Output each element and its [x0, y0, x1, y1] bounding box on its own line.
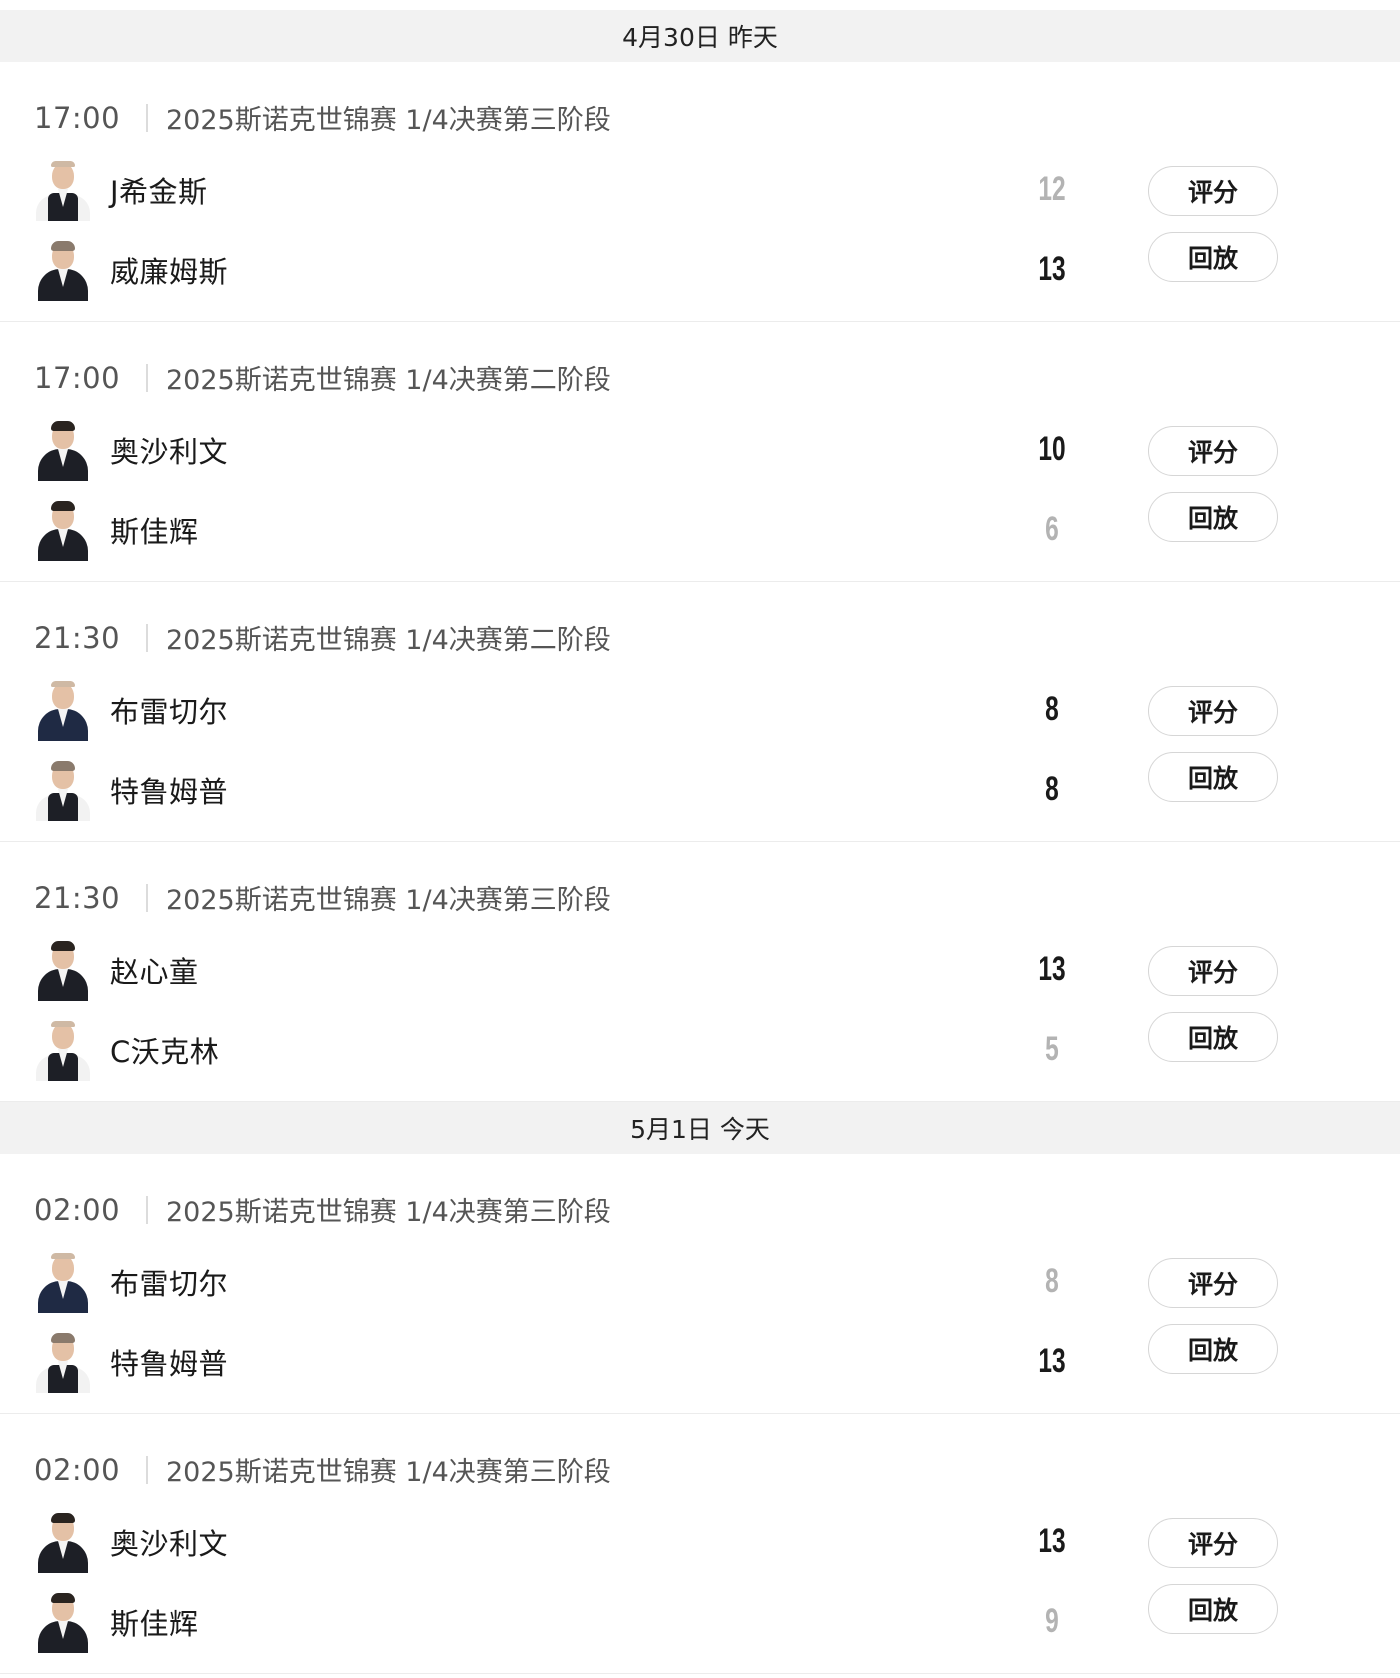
player-score: 8 [1045, 1262, 1059, 1300]
rate-button[interactable]: 评分 [1148, 426, 1278, 476]
player-score: 12 [1038, 170, 1066, 208]
event-name: 2025斯诺克世锦赛 1/4决赛第三阶段 [166, 885, 611, 916]
player-row[interactable]: C沃克林 [34, 1018, 219, 1082]
player-row[interactable]: J希金斯 [34, 158, 208, 222]
player-name: 特鲁姆普 [110, 1347, 229, 1381]
player-name: 赵心童 [110, 955, 199, 989]
replay-button[interactable]: 回放 [1148, 1012, 1278, 1062]
match-time: 17:00 [34, 100, 121, 135]
player-score: 13 [1038, 1342, 1066, 1380]
replay-button[interactable]: 回放 [1148, 492, 1278, 542]
player-score: 8 [1045, 690, 1059, 728]
rate-button[interactable]: 评分 [1148, 166, 1278, 216]
player-row[interactable]: 奥沙利文 [34, 1510, 228, 1574]
event-name: 2025斯诺克世锦赛 1/4决赛第三阶段 [166, 1197, 611, 1228]
player-avatar [34, 679, 92, 741]
player-row[interactable]: 奥沙利文 [34, 418, 228, 482]
day-header: 4月30日 昨天 [0, 10, 1400, 62]
divider [146, 103, 148, 132]
player-row[interactable]: 威廉姆斯 [34, 238, 228, 302]
match-card[interactable]: 21:30 2025斯诺克世锦赛 1/4决赛第二阶段 布雷切尔 特鲁姆普 8 8… [0, 582, 1400, 842]
match-card[interactable]: 02:00 2025斯诺克世锦赛 1/4决赛第三阶段 布雷切尔 特鲁姆普 8 1… [0, 1154, 1400, 1414]
event-name: 2025斯诺克世锦赛 1/4决赛第三阶段 [166, 105, 611, 136]
player-avatar [34, 759, 92, 821]
rate-button[interactable]: 评分 [1148, 946, 1278, 996]
divider [146, 363, 148, 392]
match-card[interactable]: 21:30 2025斯诺克世锦赛 1/4决赛第三阶段 赵心童 C沃克林 13 5… [0, 842, 1400, 1102]
player-name: 斯佳辉 [110, 515, 199, 549]
player-row[interactable]: 特鲁姆普 [34, 1330, 228, 1394]
day-label: 4月30日 昨天 [622, 23, 778, 52]
player-score: 13 [1038, 1522, 1066, 1560]
player-row[interactable]: 斯佳辉 [34, 498, 199, 562]
day-label: 5月1日 今天 [630, 1115, 770, 1144]
player-row[interactable]: 布雷切尔 [34, 678, 228, 742]
player-name: 奥沙利文 [110, 1527, 229, 1561]
event-name: 2025斯诺克世锦赛 1/4决赛第二阶段 [166, 625, 611, 656]
player-score: 13 [1038, 250, 1066, 288]
match-meta: 21:30 2025斯诺克世锦赛 1/4决赛第三阶段 [34, 878, 611, 917]
rate-button[interactable]: 评分 [1148, 686, 1278, 736]
match-time: 21:30 [34, 880, 121, 915]
player-name: 威廉姆斯 [110, 255, 229, 289]
match-time: 21:30 [34, 620, 121, 655]
match-meta: 21:30 2025斯诺克世锦赛 1/4决赛第二阶段 [34, 618, 611, 657]
player-name: 特鲁姆普 [110, 775, 229, 809]
match-schedule-list: 4月30日 昨天 17:00 2025斯诺克世锦赛 1/4决赛第三阶段 J希金斯… [0, 10, 1400, 1678]
player-avatar [34, 499, 92, 561]
match-time: 02:00 [34, 1192, 121, 1227]
rate-button[interactable]: 评分 [1148, 1258, 1278, 1308]
match-card[interactable]: 17:00 2025斯诺克世锦赛 1/4决赛第三阶段 J希金斯 威廉姆斯 12 … [0, 62, 1400, 322]
divider [146, 623, 148, 652]
player-name: 斯佳辉 [110, 1607, 199, 1641]
player-score: 9 [1045, 1602, 1059, 1640]
divider [146, 883, 148, 912]
player-avatar [34, 239, 92, 301]
divider [146, 1455, 148, 1484]
player-avatar [34, 1251, 92, 1313]
player-avatar [34, 1511, 92, 1573]
player-row[interactable]: 赵心童 [34, 938, 199, 1002]
event-name: 2025斯诺克世锦赛 1/4决赛第三阶段 [166, 1457, 611, 1488]
player-name: J希金斯 [110, 175, 208, 209]
replay-button[interactable]: 回放 [1148, 232, 1278, 282]
player-row[interactable]: 特鲁姆普 [34, 758, 228, 822]
player-row[interactable]: 布雷切尔 [34, 1250, 228, 1314]
player-name: 布雷切尔 [110, 695, 229, 729]
player-name: 奥沙利文 [110, 435, 229, 469]
player-avatar [34, 419, 92, 481]
match-card[interactable]: 17:00 2025斯诺克世锦赛 1/4决赛第二阶段 奥沙利文 斯佳辉 10 6… [0, 322, 1400, 582]
rate-button[interactable]: 评分 [1148, 1518, 1278, 1568]
match-meta: 02:00 2025斯诺克世锦赛 1/4决赛第三阶段 [34, 1450, 611, 1489]
match-time: 02:00 [34, 1452, 121, 1487]
replay-button[interactable]: 回放 [1148, 752, 1278, 802]
replay-button[interactable]: 回放 [1148, 1324, 1278, 1374]
player-avatar [34, 1019, 92, 1081]
event-name: 2025斯诺克世锦赛 1/4决赛第二阶段 [166, 365, 611, 396]
match-time: 17:00 [34, 360, 121, 395]
player-avatar [34, 939, 92, 1001]
player-row[interactable]: 斯佳辉 [34, 1590, 199, 1654]
replay-button[interactable]: 回放 [1148, 1584, 1278, 1634]
day-header: 5月1日 今天 [0, 1102, 1400, 1154]
player-score: 5 [1045, 1030, 1059, 1068]
player-avatar [34, 1591, 92, 1653]
match-meta: 17:00 2025斯诺克世锦赛 1/4决赛第三阶段 [34, 98, 611, 137]
player-score: 6 [1045, 510, 1059, 548]
divider [146, 1195, 148, 1224]
match-meta: 02:00 2025斯诺克世锦赛 1/4决赛第三阶段 [34, 1190, 611, 1229]
player-avatar [34, 1331, 92, 1393]
player-score: 10 [1038, 430, 1066, 468]
match-card[interactable]: 02:00 2025斯诺克世锦赛 1/4决赛第三阶段 奥沙利文 斯佳辉 13 9… [0, 1414, 1400, 1674]
player-score: 13 [1038, 950, 1066, 988]
player-score: 8 [1045, 770, 1059, 808]
match-meta: 17:00 2025斯诺克世锦赛 1/4决赛第二阶段 [34, 358, 611, 397]
player-name: 布雷切尔 [110, 1267, 229, 1301]
player-name: C沃克林 [110, 1035, 220, 1069]
player-avatar [34, 159, 92, 221]
